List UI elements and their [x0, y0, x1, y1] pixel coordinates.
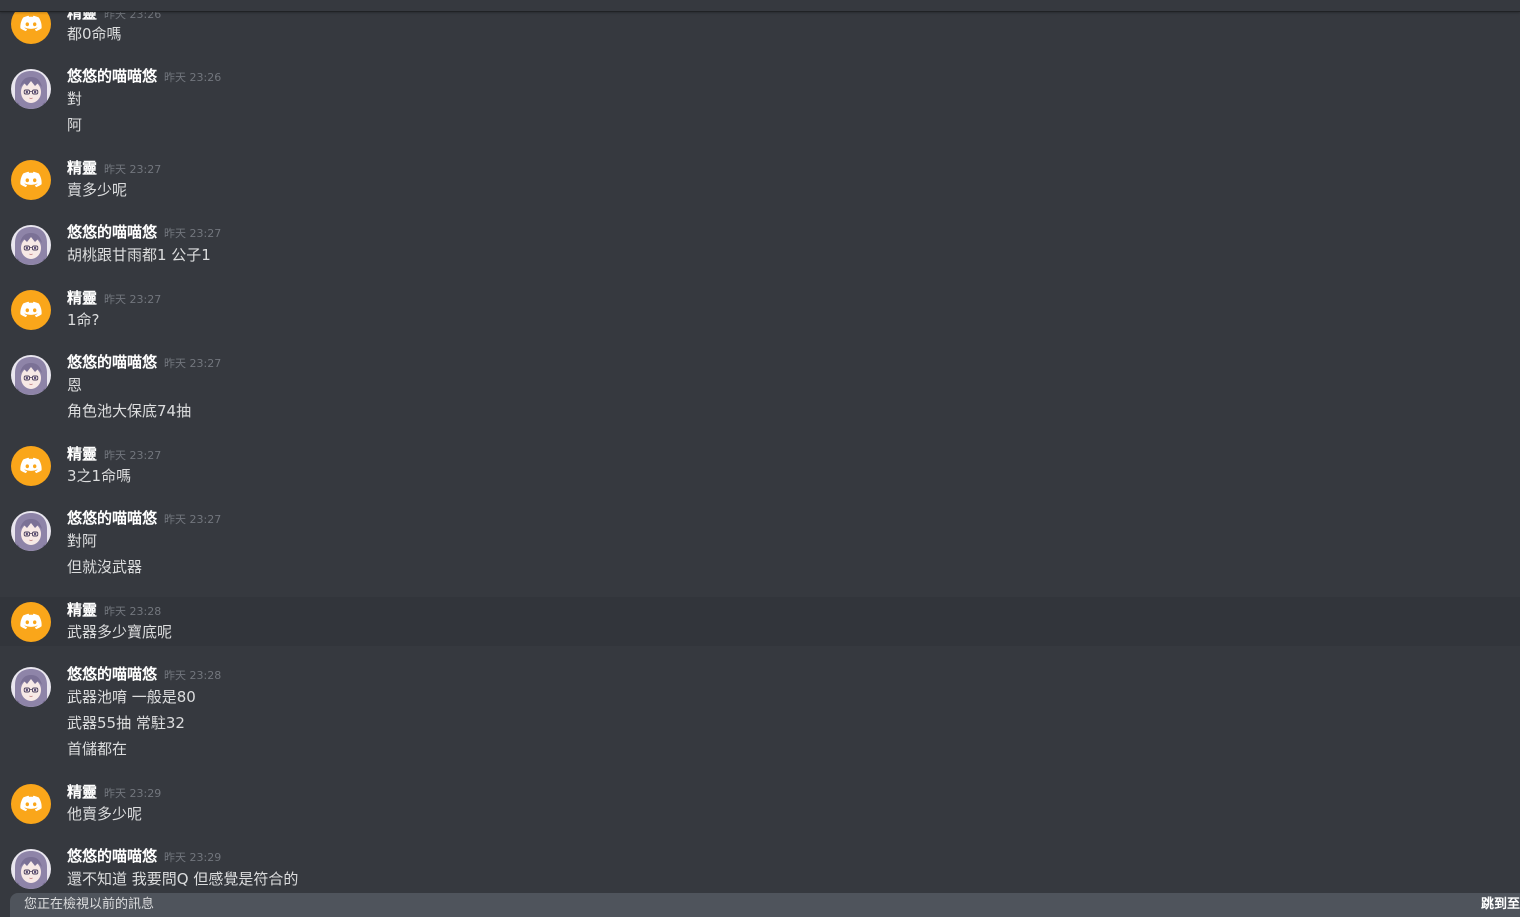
message-text: 但就沒武器: [67, 558, 143, 576]
timestamp[interactable]: 昨天 23:28: [164, 669, 221, 682]
username[interactable]: 悠悠的喵喵悠: [67, 665, 157, 683]
message-group: 精靈 昨天 23:28 武器多少寶底呢: [0, 597, 1520, 646]
timestamp[interactable]: 昨天 23:27: [164, 227, 221, 240]
message-header: 悠悠的喵喵悠 昨天 23:29: [67, 846, 221, 868]
message-group: 悠悠的喵喵悠 昨天 23:26 對 阿: [0, 64, 1520, 140]
message-group: 精靈 昨天 23:29 他賣多少呢: [0, 779, 1520, 829]
message-text: 角色池大保底74抽: [67, 402, 192, 420]
message-group: 精靈 昨天 23:27 賣多少呢: [0, 155, 1520, 205]
message-text: 恩: [67, 376, 83, 394]
message-group: 悠悠的喵喵悠 昨天 23:27 對阿 但就沒武器: [0, 506, 1520, 582]
username[interactable]: 悠悠的喵喵悠: [67, 67, 157, 85]
chat-messages[interactable]: 精靈 昨天 23:26 都0命嗎 悠悠的喵喵悠 昨天 23:26 對 阿 精靈 昨天 …: [0, 0, 1520, 893]
message-header: 悠悠的喵喵悠 昨天 23:26: [67, 66, 221, 88]
timestamp[interactable]: 昨天 23:27: [104, 163, 161, 176]
username[interactable]: 悠悠的喵喵悠: [67, 847, 157, 865]
timestamp[interactable]: 昨天 23:26: [164, 71, 221, 84]
message-header: 精靈 昨天 23:27: [67, 444, 161, 466]
timestamp[interactable]: 昨天 23:29: [104, 787, 161, 800]
jump-to-present-button[interactable]: 跳到至: [1481, 896, 1520, 914]
message-group: 精靈 昨天 23:27 1命?: [0, 285, 1520, 335]
message-text: 武器多少寶底呢: [67, 623, 173, 641]
message-header: 悠悠的喵喵悠 昨天 23:27: [67, 222, 221, 244]
channel-header-bar: [0, 0, 1520, 12]
message-text: 胡桃跟甘雨都1 公子1: [67, 246, 211, 264]
message-group: 悠悠的喵喵悠 昨天 23:28 武器池唷 一般是80 武器55抽 常駐32 首儲都…: [0, 662, 1520, 764]
anime-girl-avatar[interactable]: [11, 511, 51, 551]
message-text: 賣多少呢: [67, 181, 128, 199]
anime-girl-avatar[interactable]: [11, 225, 51, 265]
message-group: 悠悠的喵喵悠 昨天 23:27 恩 角色池大保底74抽: [0, 350, 1520, 426]
message-group: 悠悠的喵喵悠 昨天 23:29 還不知道 我要問Q 但感覺是符合的: [0, 844, 1520, 893]
anime-girl-avatar[interactable]: [11, 69, 51, 109]
anime-girl-avatar[interactable]: [11, 667, 51, 707]
timestamp[interactable]: 昨天 23:27: [164, 513, 221, 526]
username[interactable]: 悠悠的喵喵悠: [67, 223, 157, 241]
username[interactable]: 精靈: [67, 783, 97, 801]
message-group: 悠悠的喵喵悠 昨天 23:27 胡桃跟甘雨都1 公子1: [0, 220, 1520, 270]
message-text: 1命?: [67, 311, 100, 329]
discord-logo-icon[interactable]: [11, 602, 51, 642]
message-header: 悠悠的喵喵悠 昨天 23:27: [67, 352, 221, 374]
timestamp[interactable]: 昨天 23:27: [104, 293, 161, 306]
message-header: 精靈 昨天 23:27: [67, 288, 161, 310]
timestamp[interactable]: 昨天 23:29: [164, 851, 221, 864]
message-text: 對: [67, 90, 83, 108]
username[interactable]: 精靈: [67, 445, 97, 463]
anime-girl-avatar[interactable]: [11, 355, 51, 395]
older-messages-notice: 您正在檢視以前的訊息: [24, 897, 155, 912]
discord-logo-icon[interactable]: [11, 784, 51, 824]
message-text: 首儲都在: [67, 740, 128, 758]
message-text: 還不知道 我要問Q 但感覺是符合的: [67, 870, 299, 888]
username[interactable]: 悠悠的喵喵悠: [67, 509, 157, 527]
discord-logo-icon[interactable]: [11, 290, 51, 330]
username[interactable]: 精靈: [67, 289, 97, 307]
message-text: 都0命嗎: [67, 25, 122, 43]
anime-girl-avatar[interactable]: [11, 849, 51, 889]
timestamp[interactable]: 昨天 23:28: [104, 605, 161, 618]
message-text: 武器池唷 一般是80: [67, 688, 196, 706]
message-header: 精靈 昨天 23:28: [67, 600, 161, 622]
discord-logo-icon[interactable]: [11, 446, 51, 486]
discord-logo-icon[interactable]: [11, 160, 51, 200]
message-text: 對阿: [67, 532, 98, 550]
username[interactable]: 精靈: [67, 159, 97, 177]
username[interactable]: 悠悠的喵喵悠: [67, 353, 157, 371]
message-header: 精靈 昨天 23:27: [67, 158, 161, 180]
message-header: 悠悠的喵喵悠 昨天 23:28: [67, 664, 221, 686]
timestamp[interactable]: 昨天 23:27: [164, 357, 221, 370]
message-group: 精靈 昨天 23:27 3之1命嗎: [0, 441, 1520, 491]
timestamp[interactable]: 昨天 23:27: [104, 449, 161, 462]
message-text: 阿: [67, 116, 83, 134]
viewing-older-messages-bar: 您正在檢視以前的訊息 跳到至: [10, 893, 1520, 917]
message-text: 他賣多少呢: [67, 805, 143, 823]
message-header: 悠悠的喵喵悠 昨天 23:27: [67, 508, 221, 530]
message-header: 精靈 昨天 23:29: [67, 782, 161, 804]
username[interactable]: 精靈: [67, 601, 97, 619]
message-text: 3之1命嗎: [67, 467, 132, 485]
message-text: 武器55抽 常駐32: [67, 714, 185, 732]
